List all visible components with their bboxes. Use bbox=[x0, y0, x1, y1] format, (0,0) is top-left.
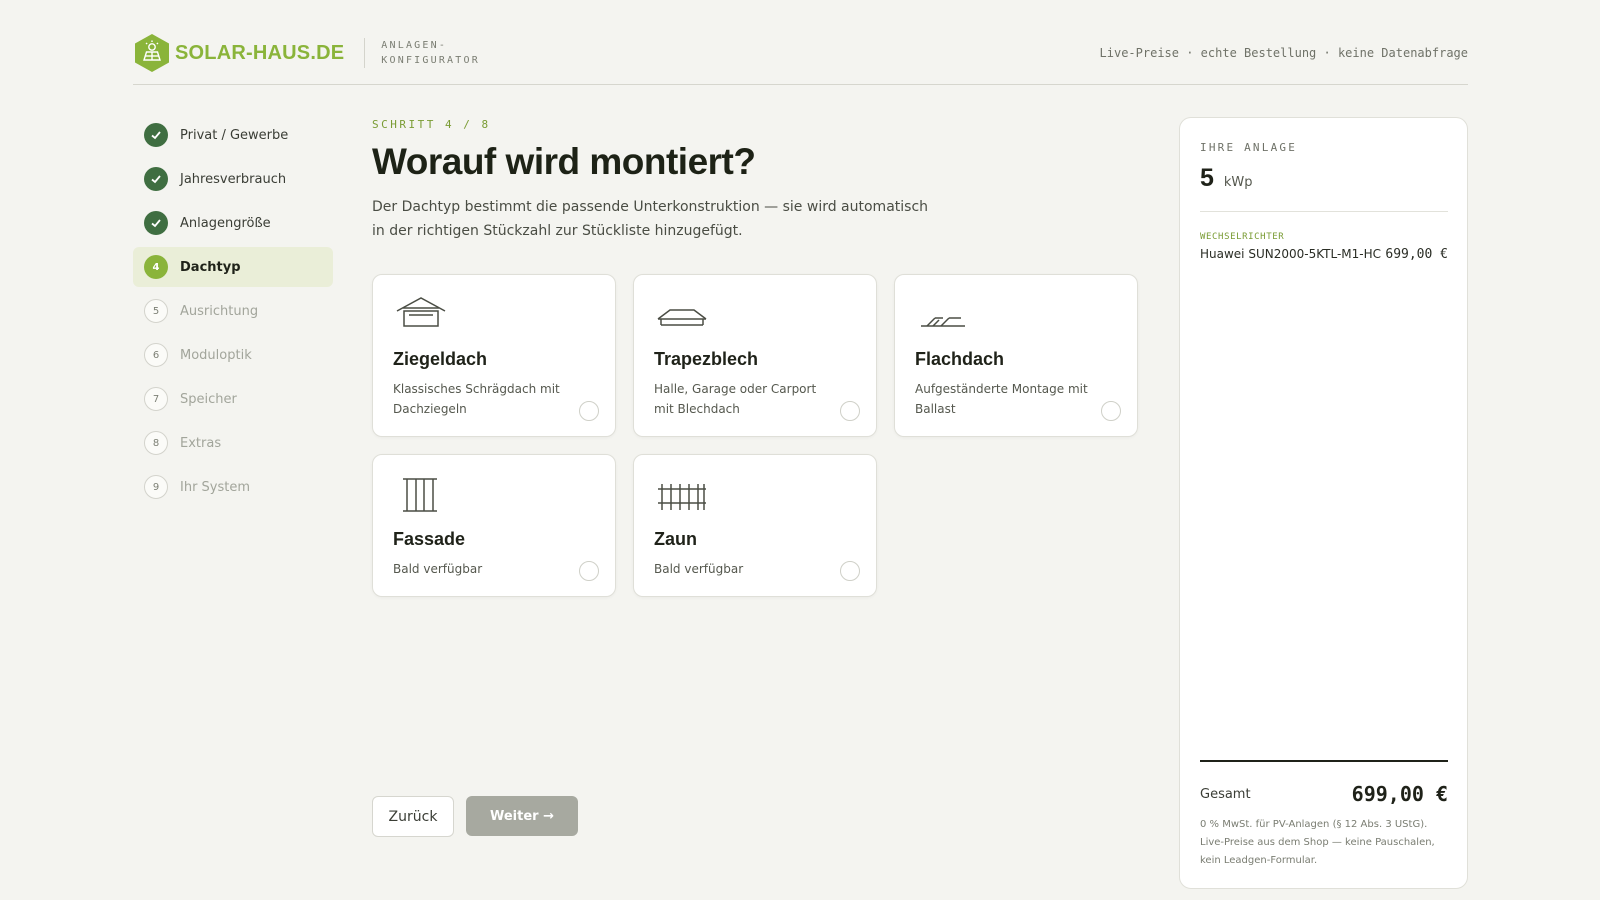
option-title: Zaun bbox=[654, 529, 697, 549]
option-card-zaun[interactable]: Zaun Bald verfügbar bbox=[633, 454, 877, 597]
flat-roof-icon bbox=[921, 317, 965, 327]
option-description: Halle, Garage oder Carport mit Blechdach bbox=[654, 382, 817, 416]
step-label: Anlagengröße bbox=[180, 215, 271, 231]
summary-label: IHRE ANLAGE bbox=[1200, 141, 1298, 154]
step-number: 5 bbox=[144, 299, 168, 323]
tax-note: 0 % MwSt. für PV-Anlagen (§ 12 Abs. 3 US… bbox=[1200, 819, 1435, 866]
step-1[interactable]: Privat / Gewerbe bbox=[133, 115, 333, 155]
tiled-roof-icon bbox=[396, 297, 446, 327]
step-7[interactable]: 7 Speicher bbox=[133, 379, 333, 419]
summary-panel: IHRE ANLAGE 5 kWp WECHSELRICHTER Huawei … bbox=[1179, 117, 1468, 889]
option-title: Flachdach bbox=[915, 349, 1005, 369]
header: SOLAR-HAUS.DE ANLAGEN- KONFIGURATOR Live… bbox=[133, 22, 1468, 84]
item-name: Huawei SUN2000-5KTL-M1-HC bbox=[1200, 247, 1382, 261]
brand-name[interactable]: SOLAR-HAUS.DE bbox=[175, 42, 344, 65]
header-divider bbox=[133, 84, 1468, 85]
check-icon bbox=[144, 211, 168, 235]
option-description: Aufgeständerte Montage mit Ballast bbox=[915, 382, 1088, 416]
option-card-fassade[interactable]: Fassade Bald verfügbar bbox=[372, 454, 616, 597]
option-description: Bald verfügbar bbox=[393, 562, 483, 576]
step-number: 9 bbox=[144, 475, 168, 499]
total-row: Gesamt 699,00 € bbox=[1200, 782, 1448, 806]
option-title: Trapezblech bbox=[654, 349, 759, 369]
check-icon bbox=[144, 167, 168, 191]
back-button[interactable]: Zurück bbox=[372, 796, 454, 837]
navigation-buttons: Zurück Weiter → bbox=[372, 796, 578, 837]
page-title: Worauf wird montiert? bbox=[372, 141, 756, 182]
line-item: Huawei SUN2000-5KTL-M1-HC 699,00 € bbox=[1200, 247, 1448, 262]
step-8[interactable]: 8 Extras bbox=[133, 423, 333, 463]
option-description: Klassisches Schrägdach mit Dachziegeln bbox=[393, 382, 560, 416]
header-tagline: Live-Preise · echte Bestellung · keine D… bbox=[1099, 46, 1468, 60]
step-number: 6 bbox=[144, 343, 168, 367]
step-2[interactable]: Jahresverbrauch bbox=[133, 159, 333, 199]
step-label: Speicher bbox=[180, 391, 237, 407]
summary-divider bbox=[1200, 211, 1448, 212]
page-description: Der Dachtyp bestimmt die passende Unterk… bbox=[372, 199, 929, 239]
step-label: Jahresverbrauch bbox=[180, 171, 287, 187]
facade-icon bbox=[403, 478, 437, 512]
option-card-flachdach[interactable]: Flachdach Aufgeständerte Montage mit Bal… bbox=[894, 274, 1138, 437]
step-number: 8 bbox=[144, 431, 168, 455]
option-card-trapezblech[interactable]: Trapezblech Halle, Garage oder Carport m… bbox=[633, 274, 877, 437]
option-title: Ziegeldach bbox=[393, 349, 488, 369]
brand-subtitle: ANLAGEN- KONFIGURATOR bbox=[381, 38, 480, 68]
step-9[interactable]: 9 Ihr System bbox=[133, 467, 333, 507]
step-counter: SCHRITT 4 / 8 bbox=[372, 118, 491, 131]
step-label: Privat / Gewerbe bbox=[180, 127, 289, 143]
step-label: Ihr System bbox=[180, 479, 251, 495]
system-size: 5 kWp bbox=[1200, 164, 1253, 193]
option-radio[interactable] bbox=[579, 561, 599, 581]
option-title: Fassade bbox=[393, 529, 466, 549]
step-navigation: Privat / Gewerbe Jahresverbrauch Anlagen… bbox=[133, 115, 333, 511]
step-number: 7 bbox=[144, 387, 168, 411]
step-label: Moduloptik bbox=[180, 347, 252, 363]
solar-logo-icon[interactable] bbox=[133, 33, 171, 73]
brand-divider bbox=[364, 38, 366, 68]
option-radio[interactable] bbox=[1101, 401, 1121, 421]
option-radio[interactable] bbox=[840, 401, 860, 421]
fence-icon bbox=[658, 484, 706, 510]
brand-subtitle-line1: ANLAGEN- bbox=[381, 40, 448, 51]
step-6[interactable]: 6 Moduloptik bbox=[133, 335, 333, 375]
next-button[interactable]: Weiter → bbox=[466, 796, 578, 836]
system-size-value: 5 bbox=[1200, 164, 1214, 192]
option-radio[interactable] bbox=[579, 401, 599, 421]
option-description: Bald verfügbar bbox=[654, 562, 744, 576]
option-card-ziegeldach[interactable]: Ziegeldach Klassisches Schrägdach mit Da… bbox=[372, 274, 616, 437]
item-price: 699,00 € bbox=[1385, 247, 1448, 262]
step-label: Dachtyp bbox=[180, 259, 241, 275]
brand-subtitle-line2: KONFIGURATOR bbox=[381, 55, 480, 66]
item-category: WECHSELRICHTER bbox=[1200, 232, 1285, 242]
step-4[interactable]: 4 Dachtyp bbox=[133, 247, 333, 287]
check-icon bbox=[144, 123, 168, 147]
total-divider bbox=[1200, 760, 1448, 762]
system-size-unit: kWp bbox=[1223, 175, 1253, 190]
step-label: Ausrichtung bbox=[180, 303, 259, 319]
step-number: 4 bbox=[144, 255, 168, 279]
total-label: Gesamt bbox=[1200, 786, 1251, 802]
main-content: SCHRITT 4 / 8 Worauf wird montiert? Der … bbox=[372, 115, 1142, 837]
option-radio[interactable] bbox=[840, 561, 860, 581]
step-3[interactable]: Anlagengröße bbox=[133, 203, 333, 243]
step-label: Extras bbox=[180, 435, 222, 451]
total-amount: 699,00 € bbox=[1351, 782, 1448, 806]
metal-roof-icon bbox=[657, 309, 707, 326]
step-5[interactable]: 5 Ausrichtung bbox=[133, 291, 333, 331]
